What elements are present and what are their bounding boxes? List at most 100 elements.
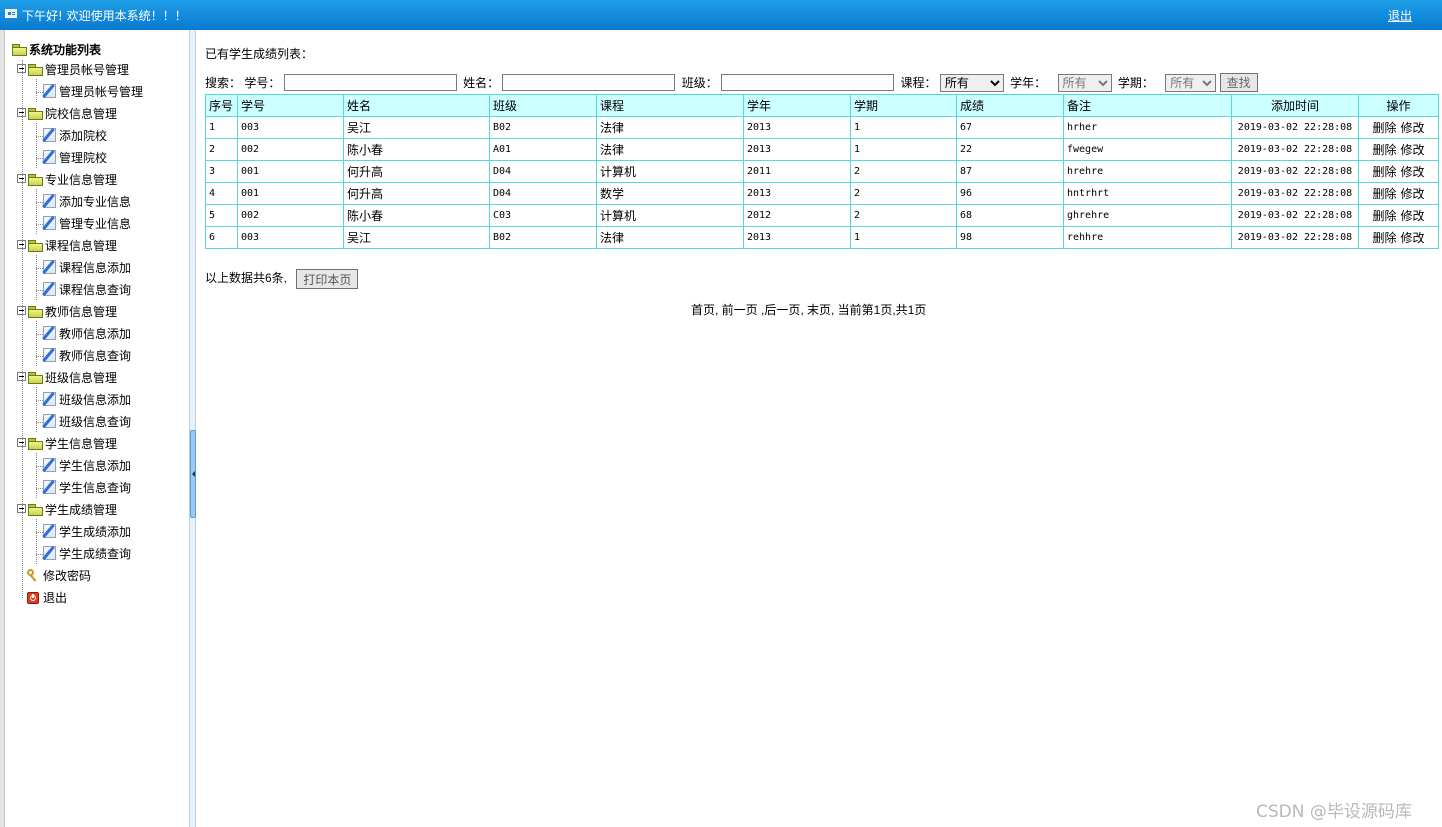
tree-item[interactable]: 学生成绩添加 [43,523,131,541]
table-cell: 计算机 [596,160,744,183]
pagination[interactable]: 首页, 前一页 ,后一页, 末页, 当前第1页,共1页 [691,301,926,318]
edit-link[interactable]: 修改 [1401,121,1425,135]
table-cell: 2019-03-02 22:28:08 [1231,138,1359,161]
tree-connector [36,519,37,564]
tree-item[interactable]: 添加院校 [43,127,107,145]
tree-item[interactable]: 学生成绩查询 [43,545,131,563]
tree-item[interactable]: 添加专业信息 [43,193,131,211]
actions-cell: 删除 修改 [1358,138,1439,161]
column-header: 序号 [205,94,238,117]
tree-group[interactable]: 专业信息管理 [17,171,117,189]
tree-connector [36,202,43,203]
delete-link[interactable]: 删除 [1372,187,1396,201]
table-cell: 2 [205,138,238,161]
splitter[interactable] [189,30,196,827]
tree-item[interactable]: 教师信息查询 [43,347,131,365]
edit-link[interactable]: 修改 [1401,187,1425,201]
tree-item[interactable]: 管理院校 [43,149,107,167]
tree-item[interactable]: 学生信息添加 [43,457,131,475]
page-edit-icon [43,458,56,472]
table-row: 3 001 何升高 D04 计算机 2011 2 87 hrehre 2019-03-02 22:… [205,160,1439,183]
search-label: 搜索： [205,76,242,90]
tree-group[interactable]: 管理员帐号管理 [17,61,129,79]
column-header: 学期 [850,94,957,117]
table-cell: 法律 [596,116,744,139]
term-select[interactable]: 所有 [1165,73,1217,92]
open-folder-icon [28,306,43,318]
tree-connector [36,387,37,432]
tree-item-label: 学生信息添加 [59,459,132,473]
tree-item-label: 添加院校 [59,129,108,143]
table-cell: 3 [205,160,238,183]
tree-item[interactable]: 管理专业信息 [43,215,131,233]
table-cell: 数学 [596,182,744,205]
tree-connector [36,532,43,533]
page-edit-icon [43,392,56,406]
page-edit-icon [43,150,56,164]
delete-link[interactable]: 删除 [1372,209,1396,223]
table-cell: hntrhrt [1063,182,1232,205]
table-cell: 陈小春 [343,138,490,161]
tree-item[interactable]: 课程信息添加 [43,259,131,277]
table-cell: 2012 [743,204,851,227]
tree-item[interactable]: 学生信息查询 [43,479,131,497]
print-button[interactable]: 打印本页 [296,269,359,289]
score-table: 序号 学号 姓名 班级 课程 学年 学期 成绩 备注 添加时间 操作 1 003 吴江 B02 法律 2013… [205,94,1439,249]
delete-link[interactable]: 删除 [1372,165,1396,179]
tree-item-label: 教师信息查询 [59,349,132,363]
tree-item[interactable]: 班级信息添加 [43,391,131,409]
edit-link[interactable]: 修改 [1401,143,1425,157]
tree-group[interactable]: 学生信息管理 [17,435,117,453]
list-caption: 已有学生成绩列表： [205,47,314,61]
find-button[interactable]: 查找 [1219,73,1258,92]
table-cell: 002 [237,138,344,161]
table-cell: 2019-03-02 22:28:08 [1231,182,1359,205]
tree-connector [36,400,43,401]
open-folder-icon [12,44,27,56]
tree-item[interactable]: 班级信息查询 [43,413,131,431]
term-label: 学期： [1117,76,1154,90]
edit-link[interactable]: 修改 [1401,165,1425,179]
delete-link[interactable]: 删除 [1372,121,1396,135]
tree-group[interactable]: 院校信息管理 [17,105,117,123]
table-cell: 何升高 [343,182,490,205]
tree-connector [36,255,37,300]
tree-group[interactable]: 学生成绩管理 [17,501,117,519]
tree-group-label: 课程信息管理 [45,239,118,253]
tree-item[interactable]: 课程信息查询 [43,281,131,299]
tree-connector [36,268,43,269]
tree-group[interactable]: 教师信息管理 [17,303,117,321]
page-edit-icon [43,128,56,142]
student-no-input[interactable] [283,74,457,91]
year-select[interactable]: 所有 [1057,73,1112,92]
change-password-link[interactable]: 修改密码 [27,567,91,585]
table-cell: 002 [237,204,344,227]
greeting-text: 下午好! 欢迎使用本系统！！！ [22,9,187,23]
logout-link[interactable]: 退出 [1388,7,1412,24]
edit-link[interactable]: 修改 [1401,231,1425,245]
tree-group[interactable]: 课程信息管理 [17,237,117,255]
tree-item[interactable]: 管理员帐号管理 [43,83,143,101]
tree-connector [36,488,43,489]
delete-link[interactable]: 删除 [1372,143,1396,157]
key-icon [27,569,40,582]
collapse-sidebar-handle[interactable] [190,430,196,518]
tree-group[interactable]: 班级信息管理 [17,369,117,387]
delete-link[interactable]: 删除 [1372,231,1396,245]
table-cell: 2013 [743,182,851,205]
tree-connector [36,136,43,137]
table-cell: 1 [850,116,957,139]
tree-item[interactable]: 教师信息添加 [43,325,131,343]
class-input[interactable] [721,74,895,91]
table-cell: 陈小春 [343,204,490,227]
table-cell: B02 [489,226,597,249]
course-select[interactable]: 所有 [939,73,1004,92]
exit-link[interactable]: 退出 [27,589,67,607]
tree-root[interactable]: 系统功能列表 [12,41,101,59]
actions-cell: 删除 修改 [1358,182,1439,205]
open-folder-icon [28,372,43,384]
record-count-text: 以上数据共6条, [205,271,288,286]
name-input[interactable] [502,74,676,91]
edit-link[interactable]: 修改 [1401,209,1425,223]
table-cell: 2 [850,160,957,183]
